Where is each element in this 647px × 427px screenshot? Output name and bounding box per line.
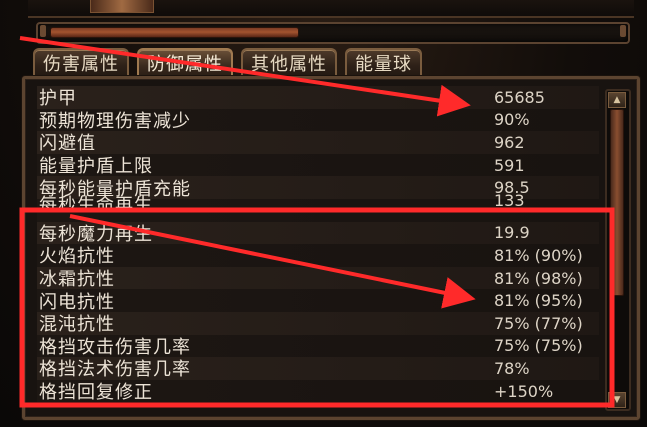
stat-value: 133 (494, 190, 525, 210)
stat-value: 81% (95%) (494, 291, 583, 311)
stat-value: 75% (75%) (494, 336, 583, 356)
stat-value: 81% (98%) (494, 268, 583, 288)
stat-row-evasion: 闪避值 962 (37, 131, 599, 154)
bar-cap-right (620, 25, 626, 37)
stat-value: 81% (90%) (494, 245, 583, 265)
attribute-tabs: 伤害属性 防御属性 其他属性 能量球 (33, 48, 422, 76)
stats-panel: 护甲 65685 预期物理伤害减少 90% 闪避值 962 能量护盾上限 591… (22, 76, 640, 420)
equipped-item-icon[interactable] (90, 0, 154, 13)
scrollbar[interactable]: ▲ ▼ (605, 89, 631, 411)
stat-value: 591 (494, 155, 525, 175)
tab-defense[interactable]: 防御属性 (137, 48, 233, 76)
tab-damage[interactable]: 伤害属性 (33, 48, 129, 76)
stat-label: 每秒生命再生 (39, 194, 153, 216)
stat-row-mana-regen: 每秒魔力再生 19.9 (37, 221, 599, 245)
stat-value: 75% (77%) (494, 313, 583, 333)
portrait-strip (28, 0, 634, 18)
stat-value: 90% (494, 110, 530, 130)
scroll-up-icon[interactable]: ▲ (608, 92, 626, 108)
stat-value: +150% (494, 381, 554, 401)
stats-list[interactable]: 护甲 65685 预期物理伤害减少 90% 闪避值 962 能量护盾上限 591… (37, 86, 599, 408)
stat-value: 19.9 (494, 223, 530, 243)
stat-row-physical-reduction: 预期物理伤害减少 90% (37, 108, 599, 132)
stat-row-block-recovery: 格挡回复修正 +150% (37, 379, 599, 404)
stat-row-energy-shield: 能量护盾上限 591 (37, 153, 599, 177)
character-stats-window: 伤害属性 防御属性 其他属性 能量球 护甲 65685 预期物理伤害减少 90%… (0, 0, 647, 427)
stat-row-armour: 护甲 65685 (37, 86, 599, 109)
stat-label: 格挡回复修正 (39, 382, 153, 404)
stat-value: 962 (494, 132, 525, 152)
stat-value: 78% (494, 358, 530, 378)
bar-cap-left (40, 25, 46, 37)
stat-row-life-regen: 每秒生命再生 133 (37, 191, 599, 222)
stat-row-lightning-resistance: 闪电抗性 81% (95%) (37, 289, 599, 313)
scroll-down-icon[interactable]: ▼ (608, 392, 626, 408)
stat-row-cold-resistance: 冰霜抗性 81% (98%) (37, 266, 599, 290)
stat-row-chaos-resistance: 混沌抗性 75% (77%) (37, 311, 599, 335)
tab-energy-orb[interactable]: 能量球 (345, 48, 422, 76)
stat-row-fire-resistance: 火焰抗性 81% (90%) (37, 244, 599, 267)
tab-other[interactable]: 其他属性 (241, 48, 337, 76)
experience-fill (50, 27, 299, 38)
stat-row-attack-block: 格挡攻击伤害几率 75% (75%) (37, 334, 599, 358)
scrollbar-thumb[interactable] (610, 109, 624, 296)
experience-bar (36, 22, 630, 44)
stat-row-spell-block: 格挡法术伤害几率 78% (37, 357, 599, 380)
stat-value: 65685 (494, 87, 545, 107)
